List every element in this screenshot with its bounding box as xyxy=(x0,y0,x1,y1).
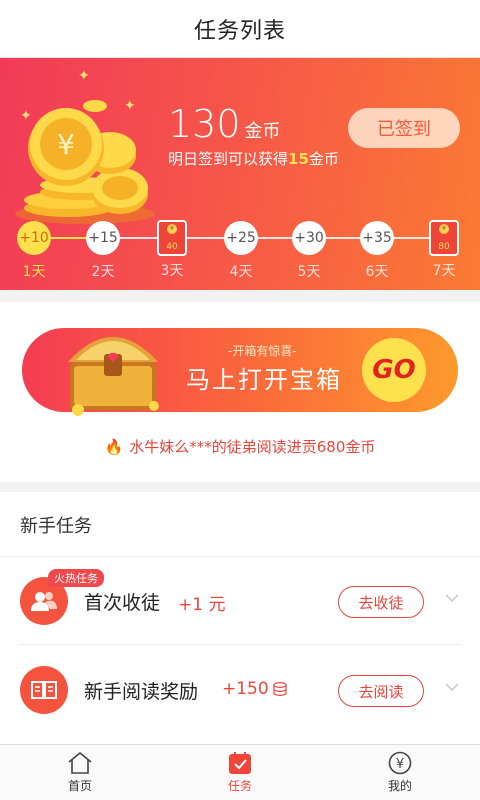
task-reward: +1 元 xyxy=(178,595,226,615)
task-row[interactable]: 火热任务 首次收徒 +1 元 去收徒 xyxy=(0,557,480,645)
day-label: 3天 xyxy=(160,263,184,279)
bottom-tab-bar: 首页 任务 ¥ 我的 xyxy=(0,744,480,800)
task-name: 新手阅读奖励 xyxy=(84,681,199,703)
chevron-down-icon[interactable] xyxy=(444,590,460,606)
day-reward: +30 xyxy=(292,221,326,255)
treasure-section: -开箱有惊喜- 马上打开宝箱 GO 🔥 水牛妹么***的徒弟阅读进贡680金币 xyxy=(0,302,480,482)
checkin-day-2: +15 2天 xyxy=(78,221,128,281)
checkin-day-4: +25 4天 xyxy=(216,221,266,281)
checkin-day-7: ¥ 80 7天 xyxy=(419,220,469,280)
broadcast-notice: 🔥 水牛妹么***的徒弟阅读进贡680金币 xyxy=(0,436,480,457)
nav-header: 任务列表 xyxy=(0,0,480,58)
tomorrow-suffix: 金币 xyxy=(308,150,339,168)
svg-text:¥: ¥ xyxy=(396,757,404,772)
go-read-button[interactable]: 去阅读 xyxy=(338,675,424,707)
hot-task-badge: 火热任务 xyxy=(48,569,104,587)
day-reward: +35 xyxy=(360,221,394,255)
book-icon xyxy=(20,666,68,714)
newbie-tasks: 新手任务 火热任务 首次收徒 +1 元 去收徒 新手阅读奖励 +150 去阅读 xyxy=(0,492,480,744)
day-reward: +10 xyxy=(17,221,51,255)
coin-stack-icon xyxy=(273,682,287,696)
page-title: 任务列表 xyxy=(193,18,286,44)
svg-text:¥: ¥ xyxy=(57,128,75,161)
coin-total-value: 130 xyxy=(168,102,241,146)
tab-home[interactable]: 首页 xyxy=(0,745,160,800)
calendar-check-icon xyxy=(229,752,251,774)
yuan-circle-icon: ¥ xyxy=(388,751,412,775)
tab-label: 首页 xyxy=(67,779,92,793)
gold-coins-icon: ¥ xyxy=(15,100,155,224)
task-reward-wrap: +150 xyxy=(222,679,287,699)
day-label: 7天 xyxy=(432,263,456,279)
signed-button[interactable]: 已签到 xyxy=(348,108,460,148)
task-reward: +150 xyxy=(222,679,269,699)
day-label: 6天 xyxy=(365,264,389,280)
open-treasure-button[interactable]: -开箱有惊喜- 马上打开宝箱 GO xyxy=(22,328,458,416)
go-button[interactable]: GO xyxy=(362,338,426,402)
tomorrow-prefix: 明日签到可以获得 xyxy=(168,150,289,168)
checkin-day-1: +10 1天 xyxy=(9,221,59,281)
day-label: 4天 xyxy=(229,264,253,280)
checkin-day-6: +35 6天 xyxy=(352,221,402,281)
divider xyxy=(20,644,460,645)
day-label: 2天 xyxy=(91,264,115,280)
chevron-down-icon[interactable] xyxy=(444,679,460,695)
day-label: 1天 xyxy=(22,264,46,280)
day-reward: +15 xyxy=(86,221,120,255)
task-row[interactable]: 新手阅读奖励 +150 去阅读 xyxy=(0,646,480,734)
tomorrow-amount: 15 xyxy=(288,150,309,168)
checkin-banner: ✦ ✦ ✦ ¥ 130 金币 明日签到可以获得15金币 已签到 +10 1天 +… xyxy=(0,58,480,290)
treasure-subtitle: -开箱有惊喜- xyxy=(228,344,297,358)
day-reward: 40 xyxy=(166,242,178,252)
coin-total-unit: 金币 xyxy=(244,121,281,142)
invite-apprentice-button[interactable]: 去收徒 xyxy=(338,586,424,618)
section-title: 新手任务 xyxy=(20,516,92,537)
day-reward: +25 xyxy=(224,221,258,255)
task-name: 首次收徒 xyxy=(84,592,161,614)
treasure-chest-icon xyxy=(68,337,159,416)
day-reward: 80 xyxy=(438,242,450,252)
coin-total: 130 金币 xyxy=(168,102,281,146)
tomorrow-reward-text: 明日签到可以获得15金币 xyxy=(168,148,339,169)
sparkle-icon: ✦ xyxy=(78,68,90,84)
fire-icon: 🔥 xyxy=(104,438,124,456)
notice-text: 水牛妹么***的徒弟阅读进贡680金币 xyxy=(129,438,376,456)
home-icon xyxy=(68,751,92,774)
tab-label: 我的 xyxy=(387,779,412,793)
checkin-day-3: ¥ 40 3天 xyxy=(147,220,197,280)
treasure-title: 马上打开宝箱 xyxy=(186,366,342,394)
red-envelope-icon: ¥ 40 xyxy=(157,220,187,256)
tab-tasks[interactable]: 任务 xyxy=(160,745,320,800)
checkin-day-5: +30 5天 xyxy=(284,221,334,281)
red-envelope-icon: ¥ 80 xyxy=(429,220,459,256)
tab-label: 任务 xyxy=(227,779,252,793)
day-label: 5天 xyxy=(297,264,321,280)
tab-mine[interactable]: ¥ 我的 xyxy=(320,745,480,800)
